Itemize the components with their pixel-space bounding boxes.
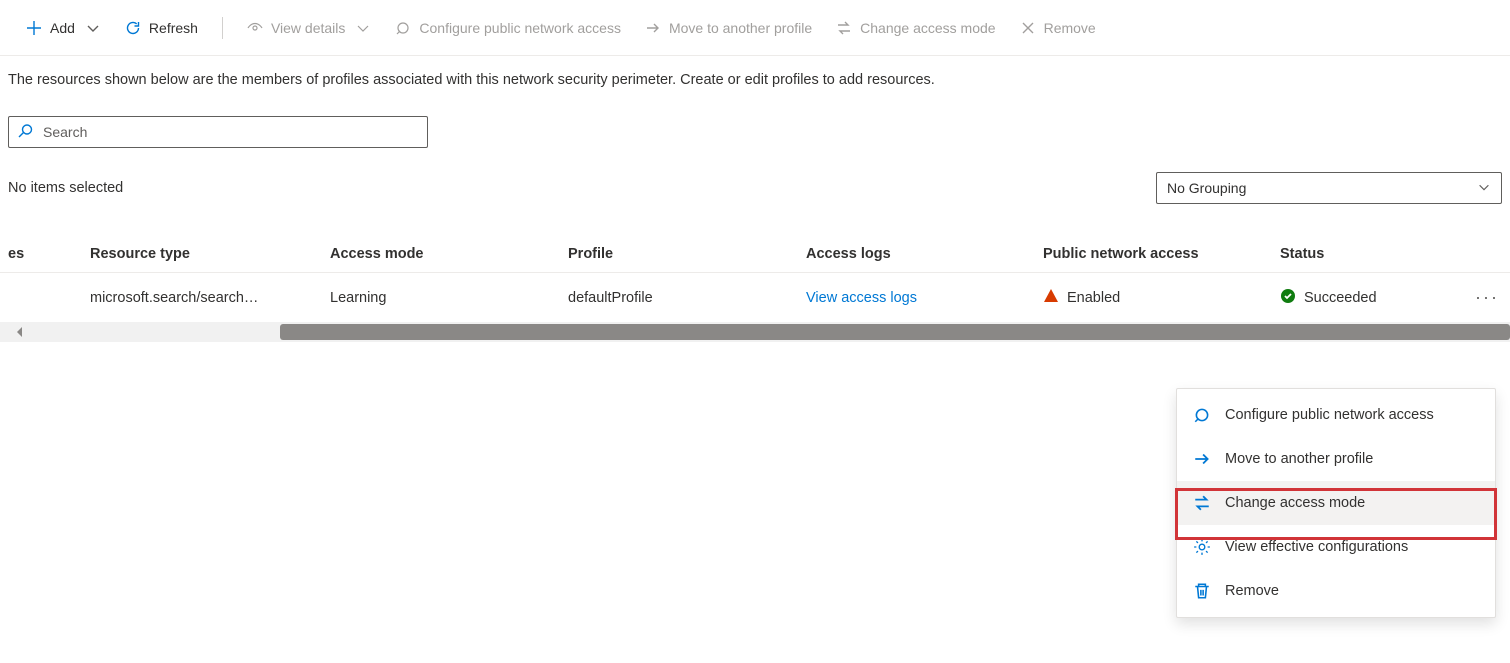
col-status[interactable]: Status: [1280, 246, 1464, 262]
menu-view-effective[interactable]: View effective configurations: [1177, 525, 1495, 569]
move-profile-label: Move to another profile: [669, 20, 812, 36]
scroll-left-icon[interactable]: [0, 322, 40, 342]
refresh-label: Refresh: [149, 20, 198, 36]
add-label: Add: [50, 20, 75, 36]
chevron-down-icon: [85, 20, 101, 36]
gear-icon: [1193, 538, 1211, 556]
view-details-button: View details: [237, 14, 381, 42]
col-access-logs[interactable]: Access logs: [806, 246, 1043, 262]
menu-label: Change access mode: [1225, 495, 1365, 511]
menu-label: View effective configurations: [1225, 539, 1408, 555]
resources-table: es Resource type Access mode Profile Acc…: [0, 236, 1510, 342]
view-access-logs-link[interactable]: View access logs: [806, 290, 1043, 306]
table-row[interactable]: microsoft.search/search… Learning defaul…: [0, 273, 1510, 322]
toolbar: Add Refresh View details Configure publi…: [0, 0, 1510, 56]
description-text: The resources shown below are the member…: [0, 56, 1510, 88]
add-button[interactable]: Add: [16, 14, 111, 42]
grouping-value: No Grouping: [1167, 180, 1246, 196]
chevron-down-icon: [1477, 180, 1491, 197]
network-icon: [1193, 406, 1211, 424]
success-icon: [1280, 288, 1296, 308]
change-access-button: Change access mode: [826, 14, 1005, 42]
cell-access-mode: Learning: [330, 290, 568, 306]
change-access-label: Change access mode: [860, 20, 995, 36]
grouping-dropdown[interactable]: No Grouping: [1156, 172, 1502, 204]
menu-label: Remove: [1225, 583, 1279, 599]
trash-icon: [1193, 582, 1211, 600]
menu-change-access[interactable]: Change access mode: [1177, 481, 1495, 525]
configure-pna-label: Configure public network access: [419, 20, 621, 36]
arrow-right-icon: [1193, 450, 1211, 468]
scrollbar-thumb[interactable]: [280, 324, 1510, 340]
cell-public-net: Enabled: [1043, 288, 1280, 308]
menu-configure-pna[interactable]: Configure public network access: [1177, 393, 1495, 437]
refresh-button[interactable]: Refresh: [115, 14, 208, 42]
cell-status: Succeeded: [1280, 288, 1464, 308]
network-icon: [395, 20, 411, 36]
plus-icon: [26, 20, 42, 36]
arrow-right-icon: [645, 20, 661, 36]
warning-icon: [1043, 288, 1059, 308]
cell-resource-type: microsoft.search/search…: [90, 290, 330, 306]
col-public-net[interactable]: Public network access: [1043, 246, 1280, 262]
horizontal-scrollbar[interactable]: [0, 322, 1510, 342]
row-context-menu: Configure public network access Move to …: [1176, 388, 1496, 618]
configure-pna-button: Configure public network access: [385, 14, 631, 42]
close-icon: [1020, 20, 1036, 36]
menu-move-profile[interactable]: Move to another profile: [1177, 437, 1495, 481]
selection-status: No items selected: [8, 180, 123, 196]
eye-icon: [247, 20, 263, 36]
menu-label: Move to another profile: [1225, 451, 1373, 467]
menu-remove[interactable]: Remove: [1177, 569, 1495, 613]
view-details-label: View details: [271, 20, 345, 36]
col-profile[interactable]: Profile: [568, 246, 806, 262]
swap-icon: [836, 20, 852, 36]
remove-button: Remove: [1010, 14, 1106, 42]
search-icon: [17, 123, 33, 142]
search-box[interactable]: [8, 116, 428, 148]
menu-label: Configure public network access: [1225, 407, 1434, 423]
remove-label: Remove: [1044, 20, 1096, 36]
col-es[interactable]: es: [0, 246, 90, 262]
refresh-icon: [125, 20, 141, 36]
col-resource-type[interactable]: Resource type: [90, 246, 330, 262]
search-input[interactable]: [43, 124, 419, 140]
cell-profile: defaultProfile: [568, 290, 806, 306]
toolbar-separator: [222, 17, 223, 39]
move-profile-button: Move to another profile: [635, 14, 822, 42]
table-header: es Resource type Access mode Profile Acc…: [0, 236, 1510, 273]
swap-icon: [1193, 494, 1211, 512]
col-access-mode[interactable]: Access mode: [330, 246, 568, 262]
chevron-down-icon: [355, 20, 371, 36]
row-more-button[interactable]: ···: [1464, 287, 1510, 308]
